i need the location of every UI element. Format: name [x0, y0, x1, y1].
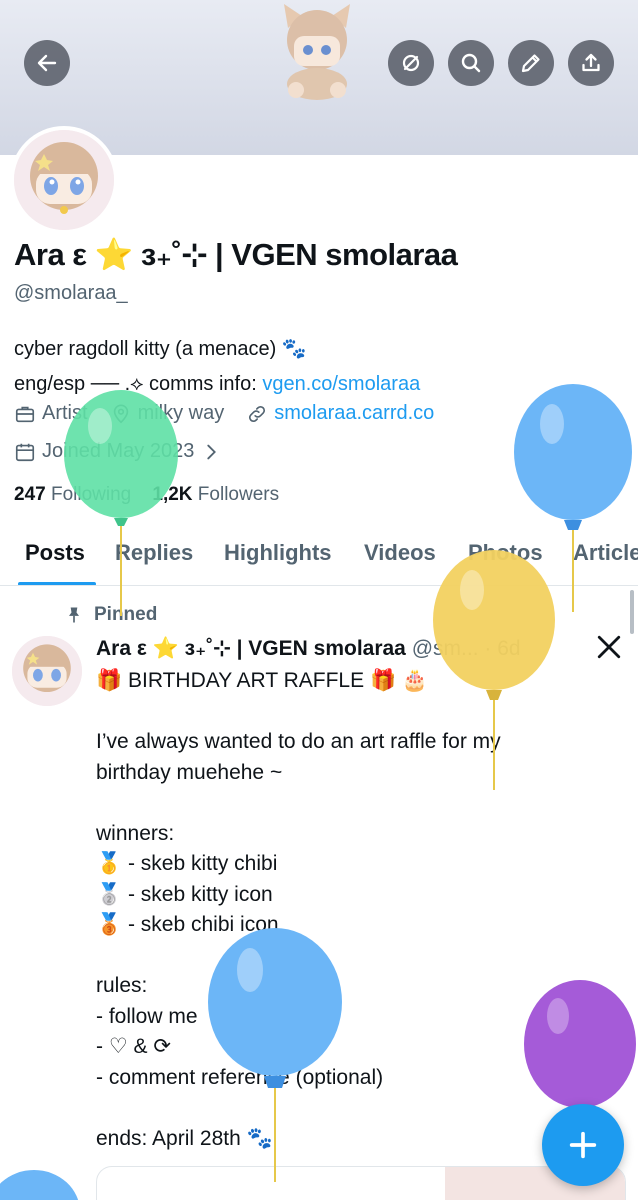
grok-icon [402, 54, 420, 72]
website-item[interactable]: smolaraa.carrd.co [246, 402, 434, 425]
post-author-name[interactable]: Ara ε ⭐ з₊˚⊹ | VGEN smolaraa [96, 637, 406, 660]
chevron-right-icon[interactable] [200, 441, 222, 463]
tab-replies[interactable]: Replies [115, 540, 193, 566]
post-text: 🎁 BIRTHDAY ART RAFFLE 🎁 🎂 I’ve always wa… [96, 669, 501, 1150]
following-link[interactable]: 247 Following [14, 484, 131, 505]
tab-highlights[interactable]: Highlights [224, 540, 332, 566]
tab-articles[interactable]: Articles [573, 540, 638, 566]
scrollbar[interactable] [630, 590, 634, 634]
arrow-left-icon [37, 54, 57, 72]
share-button[interactable] [568, 40, 614, 86]
location-item: milky way [110, 402, 225, 425]
following-count: 247 [14, 484, 46, 505]
website-link[interactable]: smolaraa.carrd.co [274, 402, 434, 425]
bio-line-1: cyber ragdoll kitty (a menace) 🐾 [14, 338, 307, 360]
post-media[interactable] [96, 1166, 626, 1200]
profile-tabs: Posts Replies Highlights Videos Photos A… [0, 524, 638, 586]
briefcase-icon [15, 406, 35, 422]
pencil-icon [521, 54, 540, 73]
location-pin-icon [113, 403, 128, 423]
x-logo-icon[interactable] [596, 634, 622, 660]
profile-handle: @smolaraa_ [14, 282, 128, 304]
back-button[interactable] [24, 40, 70, 86]
grok-button[interactable] [388, 40, 434, 86]
active-tab-indicator [18, 582, 96, 585]
followers-link[interactable]: 1,2K Followers [152, 484, 279, 505]
followers-label: Followers [197, 484, 280, 505]
post-author-handle[interactable]: @sm... [412, 637, 479, 660]
post-author-avatar[interactable] [12, 636, 82, 706]
category-item: Artist [14, 402, 88, 425]
search-button[interactable] [448, 40, 494, 86]
avatar-image [14, 130, 114, 230]
calendar-icon [15, 443, 35, 461]
search-icon [461, 53, 481, 73]
follow-stats: 247 Following 1,2K Followers [14, 484, 279, 506]
category-label: Artist [42, 402, 88, 424]
tab-posts[interactable]: Posts [25, 540, 85, 566]
joined-item: Joined May 2023 [14, 440, 228, 463]
link-icon [249, 405, 266, 422]
plus-icon [569, 1131, 597, 1159]
profile-bio: cyber ragdoll kitty (a menace) 🐾 eng/esp… [14, 332, 420, 402]
following-label: Following [50, 484, 132, 505]
followers-count: 1,2K [152, 484, 193, 505]
bio-line-2-text: eng/esp ── .⟡ comms info: [14, 373, 263, 395]
profile-name: Ara ε ⭐ з₊˚⊹ | VGEN smolaraa [14, 237, 458, 272]
profile-meta-row: Artist milky way smolaraa.carrd.co [14, 402, 456, 425]
post-header: Ara ε ⭐ з₊˚⊹ | VGEN smolaraa @sm... · 6d [96, 636, 521, 661]
compose-button[interactable] [542, 1104, 624, 1186]
tab-videos[interactable]: Videos [364, 540, 436, 566]
joined-row: Joined May 2023 [14, 440, 250, 463]
location-label: milky way [137, 402, 225, 424]
edit-button[interactable] [508, 40, 554, 86]
pinned-text: Pinned [94, 604, 158, 625]
banner-illustration [284, 4, 350, 100]
blue-balloon-bottom [0, 1170, 79, 1200]
tab-photos[interactable]: Photos [468, 540, 543, 566]
bio-line-2: eng/esp ── .⟡ comms info: vgen.co/smolar… [14, 367, 420, 402]
share-icon [582, 53, 600, 72]
pinned-label: Pinned [64, 604, 157, 626]
post-time: · 6d [484, 637, 521, 660]
bio-link[interactable]: vgen.co/smolaraa [262, 373, 420, 395]
pin-icon [69, 607, 79, 623]
joined-label: Joined May 2023 [42, 440, 195, 462]
profile-avatar[interactable] [10, 126, 118, 234]
